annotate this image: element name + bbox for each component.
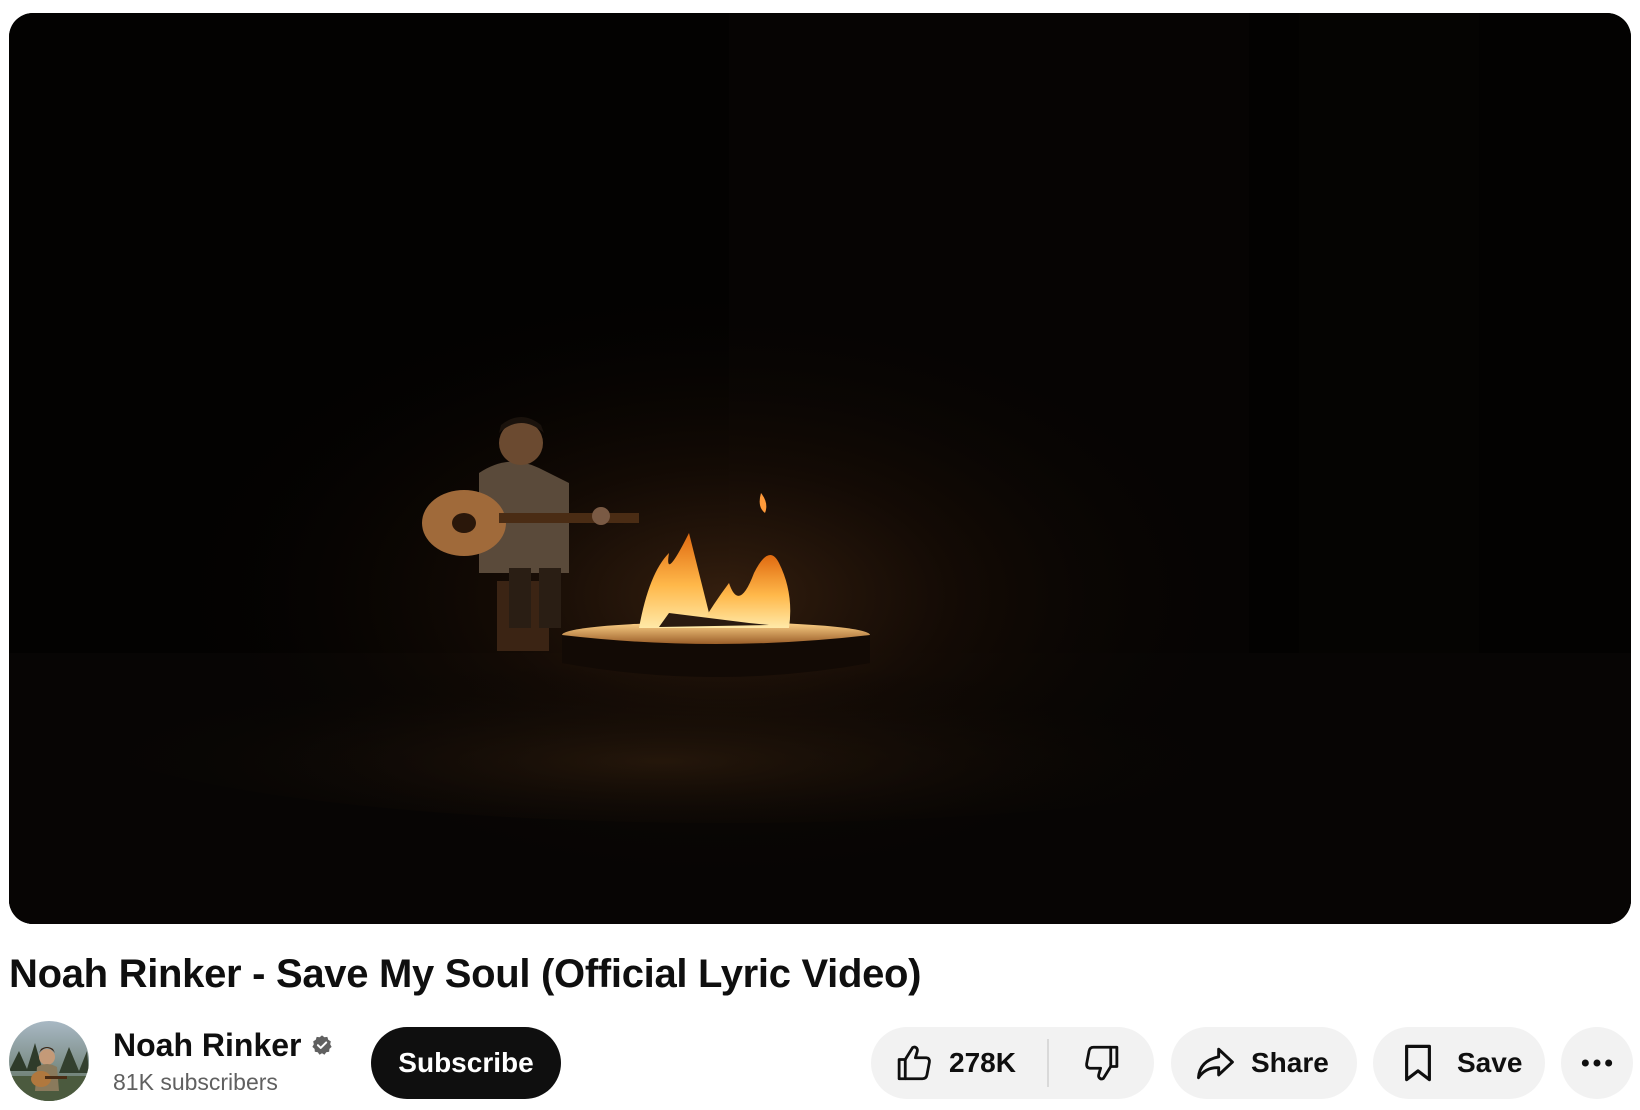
video-title: Noah Rinker - Save My Soul (Official Lyr… [9,952,922,996]
channel-name[interactable]: Noah Rinker [113,1025,301,1065]
share-arrow-icon [1193,1041,1237,1085]
like-count: 278K [949,1047,1016,1078]
avatar-image [9,1021,89,1101]
thumbs-down-icon [1081,1042,1123,1084]
bookmark-icon [1397,1042,1439,1084]
watch-page: Noah Rinker - Save My Soul (Official Lyr… [0,0,1640,1110]
more-actions-button[interactable] [1561,1027,1633,1099]
save-button[interactable]: Save [1373,1027,1545,1099]
share-label: Share [1251,1047,1329,1078]
like-dislike-group: 278K [871,1027,1154,1099]
subscriber-count: 81K subscribers [113,1069,278,1095]
video-frame[interactable] [9,13,1631,924]
channel-owner: Noah Rinker 81K subscribers [9,1020,333,1102]
like-button[interactable]: 278K [871,1027,1047,1099]
channel-info: Noah Rinker 81K subscribers [113,1025,333,1097]
video-player[interactable] [9,13,1631,924]
verified-icon [311,1034,333,1056]
share-button[interactable]: Share [1171,1027,1357,1099]
more-horizontal-icon [1577,1043,1617,1083]
channel-name-row: Noah Rinker [113,1025,333,1065]
save-label: Save [1457,1047,1523,1078]
dislike-button[interactable] [1049,1027,1154,1099]
thumbs-up-icon [893,1042,935,1084]
subscribe-button[interactable]: Subscribe [371,1027,561,1099]
channel-avatar[interactable] [9,1021,89,1101]
